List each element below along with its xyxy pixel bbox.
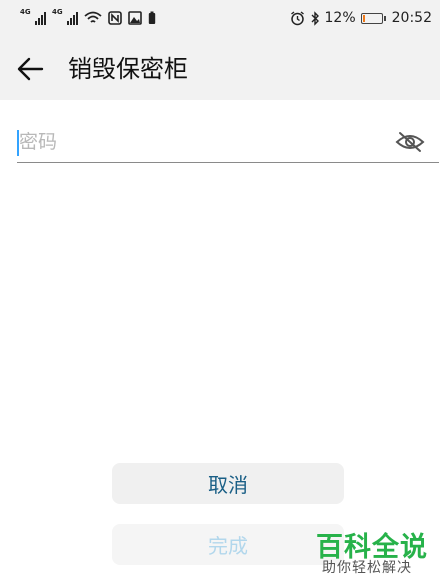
network-type-2: 4G bbox=[52, 8, 63, 16]
back-button[interactable] bbox=[14, 54, 48, 84]
cancel-button[interactable]: 取消 bbox=[112, 463, 344, 504]
page-title: 销毁保密柜 bbox=[68, 55, 188, 83]
done-button[interactable]: 完成 bbox=[112, 524, 344, 565]
battery-fill bbox=[362, 14, 365, 22]
password-input[interactable] bbox=[19, 122, 379, 162]
watermark-subtitle: 助你轻松解决 bbox=[322, 560, 412, 576]
app-header: 销毁保密柜 bbox=[0, 38, 440, 100]
back-arrow-icon bbox=[17, 57, 44, 81]
status-right: 12% 20:52 bbox=[290, 9, 432, 27]
wifi-icon bbox=[84, 11, 102, 23]
battery-saver-icon bbox=[148, 11, 156, 24]
battery-icon bbox=[360, 12, 386, 24]
password-field bbox=[17, 122, 439, 163]
image-icon bbox=[128, 11, 142, 25]
nfc-icon bbox=[108, 11, 122, 25]
input-underline bbox=[17, 162, 439, 163]
alarm-icon bbox=[290, 10, 304, 25]
clock: 20:52 bbox=[391, 10, 432, 26]
watermark-logo: 百科全说 助你轻松解决 bbox=[316, 525, 436, 577]
signal-icon: 4G bbox=[20, 8, 46, 26]
battery-percent: 12% bbox=[324, 10, 356, 26]
network-type-1: 4G bbox=[20, 8, 31, 16]
status-left: 4G 4G bbox=[20, 8, 156, 27]
bluetooth-icon bbox=[311, 10, 319, 26]
toggle-visibility-button[interactable] bbox=[395, 130, 425, 154]
eye-off-icon bbox=[395, 132, 425, 152]
signal-icon-2: 4G bbox=[52, 8, 78, 26]
status-bar: 4G 4G 12% 20:52 bbox=[0, 0, 440, 38]
